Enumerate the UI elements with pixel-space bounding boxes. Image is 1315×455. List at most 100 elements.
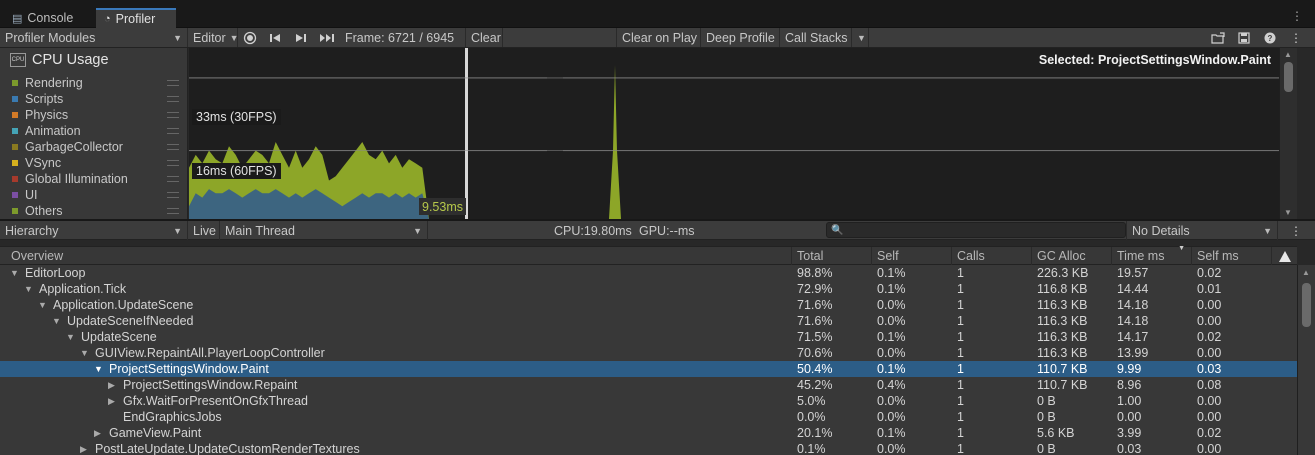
expanded-arrow-icon[interactable]: ▼ [66, 329, 78, 345]
scrollbar-thumb[interactable] [1302, 283, 1311, 327]
legend-item[interactable]: Scripts [12, 91, 63, 107]
more-icon[interactable]: ⋮ [1285, 29, 1307, 46]
expanded-arrow-icon[interactable]: ▼ [52, 313, 64, 329]
svg-text:?: ? [1268, 34, 1273, 43]
cell-self: 0.4% [877, 378, 906, 392]
legend-item[interactable]: Global Illumination [12, 171, 128, 187]
column-header-self[interactable]: Self [871, 247, 951, 265]
call-stacks-toggle[interactable]: Call Stacks [780, 28, 852, 47]
step-forward-icon[interactable] [290, 29, 312, 46]
cell-calls: 1 [957, 330, 964, 344]
expanded-arrow-icon[interactable]: ▼ [24, 281, 36, 297]
collapsed-arrow-icon[interactable]: ▶ [108, 393, 120, 409]
drag-handle-icon[interactable] [167, 192, 179, 198]
column-header-calls[interactable]: Calls [951, 247, 1031, 265]
table-row[interactable]: ▼ Application.UpdateScene 71.6% 0.0% 1 116.3 … [0, 297, 1297, 313]
legend-item[interactable]: Animation [12, 123, 81, 139]
drag-handle-icon[interactable] [167, 160, 179, 166]
call-stacks-dropdown[interactable]: ▼ [852, 28, 869, 47]
drag-handle-icon[interactable] [167, 176, 179, 182]
table-row[interactable]: EndGraphicsJobs 0.0% 0.0% 1 0 B 0.00 0.00 [0, 409, 1297, 425]
table-row[interactable]: ▶ PostLateUpdate.UpdateCustomRenderTextur… [0, 441, 1297, 455]
column-header-overview[interactable]: Overview [5, 247, 791, 265]
cell-gc: 0 B [1037, 394, 1056, 408]
drag-handle-icon[interactable] [167, 144, 179, 150]
tab-console[interactable]: ▤ Console [4, 8, 81, 28]
cpu-usage-graph[interactable] [189, 48, 1297, 219]
drag-handle-icon[interactable] [167, 128, 179, 134]
collapsed-arrow-icon[interactable]: ▶ [108, 377, 120, 393]
collapsed-arrow-icon[interactable]: ▶ [80, 441, 92, 455]
hierarchy-scrollbar[interactable]: ▲ [1297, 265, 1315, 455]
live-toggle[interactable]: Live [188, 221, 220, 240]
legend-item[interactable]: Others [12, 203, 63, 219]
skip-to-end-icon[interactable] [316, 29, 338, 46]
row-name: Application.Tick [39, 282, 127, 296]
expanded-arrow-icon[interactable]: ▼ [38, 297, 50, 313]
drag-handle-icon[interactable] [167, 208, 179, 214]
table-row[interactable]: ▶ Gfx.WaitForPresentOnGfxThread 5.0% 0.0% 1 0… [0, 393, 1297, 409]
chevron-down-icon: ▼ [173, 32, 182, 43]
legend-label: GarbageCollector [25, 140, 123, 154]
warning-icon [1271, 247, 1297, 265]
legend-item[interactable]: UI [12, 187, 38, 203]
more-icon[interactable]: ⋮ [1285, 222, 1307, 239]
module-title-label: CPU Usage [32, 52, 109, 68]
drag-handle-icon[interactable] [167, 96, 179, 102]
table-row[interactable]: ▶ GameView.Paint 20.1% 0.1% 1 5.6 KB 3.99 0.02 [0, 425, 1297, 441]
target-dropdown[interactable]: Editor ▼ [188, 28, 239, 47]
cell-time: 0.03 [1117, 442, 1142, 455]
expanded-arrow-icon[interactable]: ▼ [94, 361, 106, 377]
view-type-dropdown[interactable]: Hierarchy ▼ [0, 221, 188, 240]
tab-profiler[interactable]: ◔ Profiler [96, 8, 176, 28]
column-header-total[interactable]: Total [791, 247, 871, 265]
legend-item[interactable]: VSync [12, 155, 61, 171]
drag-handle-icon[interactable] [167, 112, 179, 118]
cell-gc: 110.7 KB [1037, 362, 1088, 376]
cell-time: 14.18 [1117, 314, 1149, 328]
table-row[interactable]: ▼ EditorLoop 98.8% 0.1% 1 226.3 KB 19.57 0.02 [0, 265, 1297, 281]
expanded-arrow-icon[interactable]: ▼ [80, 345, 92, 361]
legend-item[interactable]: Rendering [12, 75, 83, 91]
search-input[interactable]: 🔍 [826, 222, 1126, 238]
hierarchy-table-header: Overview Total Self Calls GC Alloc Time … [0, 245, 1297, 265]
table-row[interactable]: ▼ GUIView.RepaintAll.PlayerLoopController… [0, 345, 1297, 361]
column-header-self-ms[interactable]: Self ms [1191, 247, 1271, 265]
expanded-arrow-icon[interactable]: ▼ [10, 265, 22, 281]
vertical-dots-icon[interactable]: ⋮ [1291, 9, 1303, 23]
scroll-up-icon[interactable]: ▲ [1302, 268, 1310, 277]
cell-selfms: 0.03 [1197, 362, 1222, 376]
deep-profile-toggle[interactable]: Deep Profile [701, 28, 780, 47]
column-header-time-ms[interactable]: Time ms ▼ [1111, 245, 1191, 265]
row-name: UpdateSceneIfNeeded [67, 314, 194, 328]
cpu-usage-module[interactable]: CPU CPU Usage Rendering Scripts Physics Ani… [0, 48, 188, 219]
legend-item[interactable]: Physics [12, 107, 68, 123]
column-header-gc-alloc[interactable]: GC Alloc [1031, 247, 1111, 265]
legend-swatch [12, 160, 18, 166]
drag-handle-icon[interactable] [167, 80, 179, 86]
cpu-usage-chart[interactable]: 33ms (30FPS) 16ms (60FPS) Selected: Proj… [189, 48, 1297, 219]
table-row[interactable]: ▼ Application.Tick 72.9% 0.1% 1 116.8 KB 14.44… [0, 281, 1297, 297]
profiler-modules-dropdown[interactable]: Profiler Modules ▼ [0, 28, 188, 47]
details-dropdown[interactable]: No Details ▼ [1126, 221, 1278, 240]
load-icon[interactable] [1207, 29, 1229, 46]
clear-button[interactable]: Clear [465, 28, 503, 47]
cell-selfms: 0.00 [1197, 346, 1222, 360]
record-icon[interactable] [239, 29, 261, 46]
table-row[interactable]: ▶ ProjectSettingsWindow.Repaint 45.2% 0.4% 1… [0, 377, 1297, 393]
table-row[interactable]: ▼ UpdateSceneIfNeeded 71.6% 0.0% 1 116.3 KB 14… [0, 313, 1297, 329]
scrollbar-thumb[interactable] [1284, 62, 1293, 92]
thread-dropdown[interactable]: Main Thread ▼ [220, 221, 428, 240]
table-row[interactable]: ▼ UpdateScene 71.5% 0.1% 1 116.3 KB 14.17 0.02 [0, 329, 1297, 345]
step-back-icon[interactable] [264, 29, 286, 46]
scroll-up-icon[interactable]: ▲ [1284, 50, 1292, 59]
module-scrollbar[interactable]: ▲ ▼ [1279, 48, 1297, 219]
cell-calls: 1 [957, 410, 964, 424]
save-icon[interactable] [1233, 29, 1255, 46]
scroll-down-icon[interactable]: ▼ [1284, 208, 1292, 217]
collapsed-arrow-icon[interactable]: ▶ [94, 425, 106, 441]
help-icon[interactable]: ? [1259, 29, 1281, 46]
legend-item[interactable]: GarbageCollector [12, 139, 123, 155]
clear-on-play-toggle[interactable]: Clear on Play [616, 28, 701, 47]
table-row[interactable]: ▼ ProjectSettingsWindow.Paint 50.4% 0.1% 1 11… [0, 361, 1297, 377]
